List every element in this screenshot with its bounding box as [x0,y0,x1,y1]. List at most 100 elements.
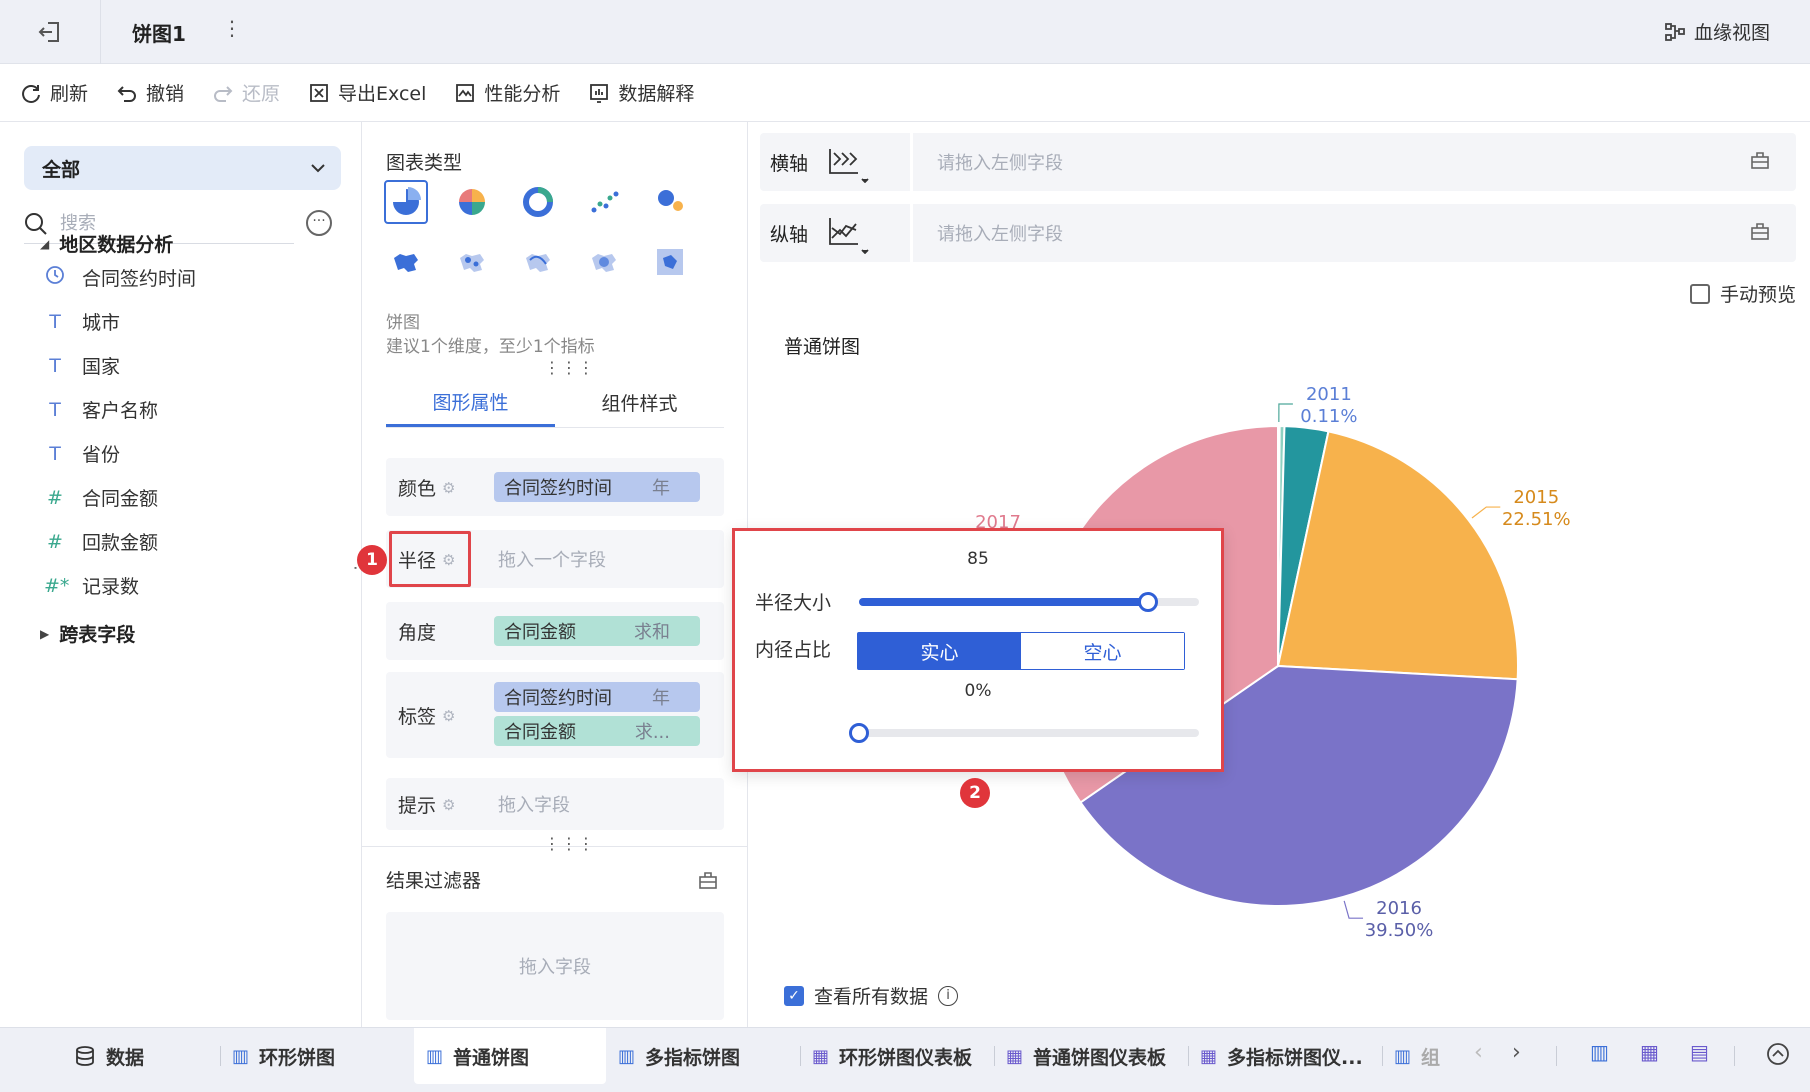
radius-slider-thumb[interactable] [1138,592,1158,612]
dashboard-icon: ▦ [1200,1045,1218,1067]
refresh-button[interactable]: 刷新 [20,79,88,106]
undo-button[interactable]: 撤销 [116,79,184,106]
caret-down-icon: ◢ [40,236,50,251]
x-axis-type-icon[interactable] [826,143,870,188]
divider [100,0,101,64]
y-axis-drop-zone[interactable]: 请拖入左侧字段 [910,204,1730,262]
scatter-map-type-icon[interactable] [450,240,494,284]
toolbar: 刷新 撤销 还原 导出Excel 性能分析 数据解释 [0,64,1810,122]
label-text: 角度 [398,622,437,644]
collapse-up-icon[interactable] [1766,1042,1790,1072]
performance-button[interactable]: 性能分析 [454,79,560,106]
scope-select[interactable]: 全部 [24,146,341,190]
tip-drop-zone[interactable]: 拖入字段 [498,791,570,817]
tab-group[interactable]: ▥ 组 [1394,1028,1450,1084]
prop-tag[interactable]: 标签 ⚙ 合同签约时间 年 合同金额 求... [386,672,724,758]
filter-tool-icon[interactable] [698,870,718,895]
y-axis-tool-icon[interactable] [1750,221,1770,246]
divider [800,1046,801,1066]
add-dashboard-icon[interactable]: ▦ [1640,1040,1659,1064]
label-text: 提示 [398,795,437,817]
gear-icon[interactable]: ⚙ [442,796,455,814]
more-options-icon[interactable]: ··· [306,210,332,236]
hash-icon: # [47,530,63,553]
bubble-type-icon[interactable] [648,180,692,224]
data-tab[interactable]: 数据 [74,1028,204,1084]
tab-normal-pie-dashboard[interactable]: ▦ 普通饼图仪表板 [1006,1028,1190,1084]
tab-component-style[interactable]: 组件样式 [555,378,724,427]
database-icon [76,1046,94,1066]
tab-multi-index-dashboard[interactable]: ▦ 多指标饼图仪... [1200,1028,1376,1084]
angle-field-pill[interactable]: 合同金额 求和 [494,616,700,646]
prop-color[interactable]: 颜色 ⚙ 合同签约时间 年 [386,458,724,516]
filter-drop-zone[interactable]: 拖入字段 [386,912,724,1020]
x-axis-row: 横轴 请拖入左侧字段 [760,133,1796,191]
tab-multi-index-pie[interactable]: ▥ 多指标饼图 [618,1028,792,1084]
radius-drop-zone[interactable]: 拖入一个字段 [498,546,606,572]
info-icon[interactable]: i [938,985,959,1006]
radius-value: 85 [967,549,989,569]
field-city[interactable]: T 城市 [44,308,120,335]
tab-ring-pie[interactable]: ▥ 环形饼图 [232,1028,402,1084]
heat-map-type-icon[interactable] [582,240,626,284]
view-all-checkbox[interactable]: ✓ [784,985,804,1006]
add-report-icon[interactable]: ▤ [1690,1040,1709,1064]
field-record-count[interactable]: #* 记录数 [44,572,139,599]
gear-icon[interactable]: ⚙ [442,479,455,497]
tree-group-region[interactable]: ◢ 地区数据分析 [40,230,173,257]
label-leader-2015 [1471,506,1501,519]
more-vertical-icon[interactable]: ⋮ [222,16,242,40]
field-contract-amount[interactable]: # 合同金额 [44,484,158,511]
pie-chart-type-icon[interactable] [384,180,428,224]
y-axis-type-icon[interactable] [826,214,870,259]
add-chart-icon[interactable]: ▥ [1590,1040,1609,1064]
manual-preview-toggle[interactable]: 手动预览 [1690,280,1796,307]
step-marker-2: 2 [960,778,990,808]
flow-map-type-icon[interactable] [516,240,560,284]
redo-button[interactable]: 还原 [212,79,280,106]
ring-chart-type-icon[interactable] [516,180,560,224]
field-province[interactable]: T 省份 [44,440,120,467]
tag-field-pill-2[interactable]: 合同金额 求... [494,716,700,746]
hollow-option[interactable]: 空心 [1021,633,1184,669]
field-payment-amount[interactable]: # 回款金额 [44,528,158,555]
x-axis-tool-icon[interactable] [1750,150,1770,175]
multi-pie-type-icon[interactable] [450,180,494,224]
export-excel-button[interactable]: 导出Excel [308,79,426,106]
view-all-data-toggle[interactable]: ✓ 查看所有数据 i [784,982,959,1009]
field-label: 记录数 [82,576,140,598]
field-customer[interactable]: T 客户名称 [44,396,158,423]
gear-icon[interactable]: ⚙ [442,707,455,725]
slice-label-pct: 0.11% [1300,406,1357,427]
tag-field-pill-1[interactable]: 合同签约时间 年 [494,682,700,712]
manual-preview-checkbox[interactable] [1690,283,1710,304]
scatter-type-icon[interactable] [582,180,626,224]
data-explain-button[interactable]: 数据解释 [588,79,694,106]
field-contract-date[interactable]: 合同签约时间 [44,264,196,291]
prop-tip[interactable]: 提示 ⚙ 拖入字段 [386,778,724,830]
chevron-right-icon[interactable]: › [1512,1040,1521,1065]
solid-option[interactable]: 实心 [858,633,1021,669]
tab-shape-properties[interactable]: 图形属性 [386,378,555,427]
tab-normal-pie[interactable]: ▥ 普通饼图 [414,1028,606,1084]
chevron-down-icon [311,164,325,173]
field-country[interactable]: T 国家 [44,352,120,379]
lineage-view-button[interactable]: 血缘视图 [1664,18,1770,45]
filter-title: 结果过滤器 [386,870,482,892]
resize-handle[interactable]: ⋮⋮⋮ [544,834,595,853]
region-map-type-icon[interactable] [648,240,692,284]
x-axis-drop-zone[interactable]: 请拖入左侧字段 [910,133,1730,191]
chart-icon: ▥ [232,1045,250,1067]
label-leader-2011 [1278,403,1293,423]
map-type-icon[interactable] [384,240,428,284]
exit-icon[interactable] [36,18,64,46]
tab-ring-pie-dashboard[interactable]: ▦ 环形饼图仪表板 [812,1028,996,1084]
inner-radius-slider[interactable] [859,729,1199,737]
chevron-left-icon[interactable]: ‹ [1474,1040,1483,1065]
prop-angle[interactable]: 角度 合同金额 求和 [386,602,724,660]
color-field-pill[interactable]: 合同签约时间 年 [494,472,700,502]
tree-group-cross-table[interactable]: ▶ 跨表字段 [40,620,135,647]
resize-handle[interactable]: ⋮⋮⋮ [544,358,595,377]
inner-radius-slider-thumb[interactable] [849,723,869,743]
fill-mode-segmented: 实心 空心 [857,632,1185,670]
